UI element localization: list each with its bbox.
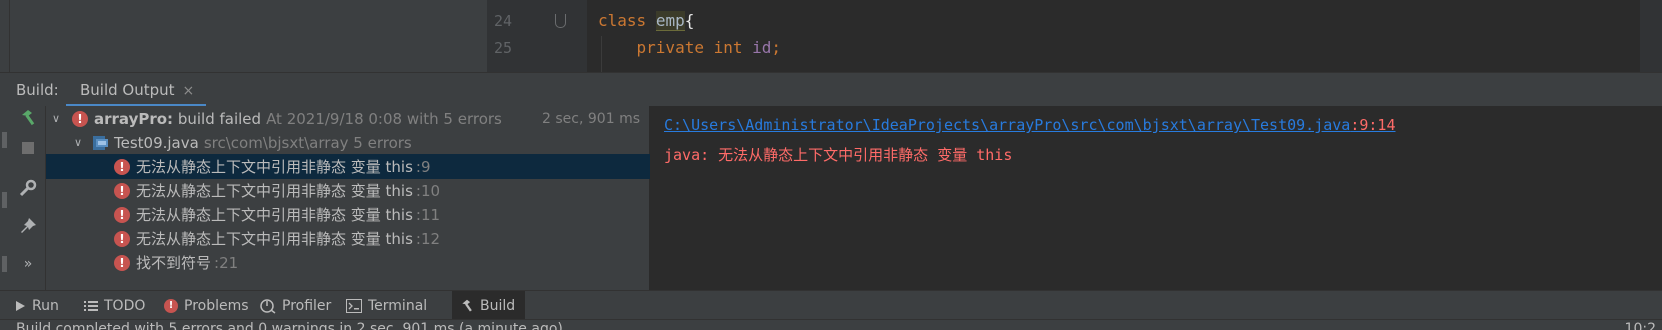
error-message: 无法从静态上下文中引用非静态 变量 this xyxy=(136,182,413,200)
rebuild-hammer-icon[interactable] xyxy=(18,108,38,128)
semicolon: ; xyxy=(771,38,782,57)
error-message: 无法从静态上下文中引用非静态 变量 this xyxy=(136,230,413,248)
tab-label: Build Output xyxy=(80,81,175,99)
status-text[interactable]: Build completed with 5 errors and 0 warn… xyxy=(16,321,563,330)
code-line-24[interactable]: class emp{ xyxy=(598,11,695,31)
tab-todo[interactable]: TODO xyxy=(76,291,155,320)
file-name: Test09.java xyxy=(114,133,199,152)
side-strip-marker[interactable] xyxy=(2,192,7,208)
source-location: :9:14 xyxy=(1350,116,1396,134)
tree-row-error[interactable]: ! 无法从静态上下文中引用非静态 变量 this :12 xyxy=(46,226,650,251)
file-detail: src\com\bjsxt\array 5 errors xyxy=(203,133,412,152)
error-icon: ! xyxy=(164,298,178,313)
keyword-private: private xyxy=(636,38,704,57)
keyword-class: class xyxy=(598,11,647,30)
hammer-icon xyxy=(460,299,474,313)
build-detail: At 2021/9/18 0:08 with 5 errors xyxy=(266,109,502,128)
build-duration: 2 sec, 901 ms xyxy=(542,110,640,127)
error-icon: ! xyxy=(72,110,88,127)
error-icon: ! xyxy=(114,206,130,223)
chevron-down-icon[interactable]: ∨ xyxy=(72,136,84,149)
tab-label: TODO xyxy=(104,297,146,314)
tab-build[interactable]: Build xyxy=(452,291,526,320)
tab-run[interactable]: Run xyxy=(6,291,69,320)
wrench-settings-icon[interactable] xyxy=(18,178,38,198)
pin-icon[interactable] xyxy=(18,216,38,236)
bottom-tool-tabs: Run TODO ! Problems Profiler Terminal Bu… xyxy=(0,290,1662,320)
tab-terminal[interactable]: Terminal xyxy=(338,291,437,320)
more-chevron-icon[interactable]: » xyxy=(18,254,38,274)
error-message: 找不到符号 xyxy=(136,254,212,272)
side-tool-strip xyxy=(0,106,10,290)
chevron-down-icon[interactable]: ∨ xyxy=(50,112,62,125)
compiler-error-message: java: 无法从静态上下文中引用非静态 变量 this xyxy=(664,146,1013,164)
tab-label: Run xyxy=(32,297,59,314)
error-line: :10 xyxy=(415,181,441,200)
error-message: 无法从静态上下文中引用非静态 变量 this xyxy=(136,158,413,176)
side-strip-marker[interactable] xyxy=(2,256,7,272)
build-tool-header: Build: Build Output × xyxy=(0,72,1662,107)
source-file-link[interactable]: C:\Users\Administrator\IdeaProjects\arra… xyxy=(664,116,1396,134)
build-toolbar: » xyxy=(10,106,46,290)
tree-row-error[interactable]: ! 找不到符号 :21 xyxy=(46,250,650,275)
tree-row-error[interactable]: ! 无法从静态上下文中引用非静态 变量 this :10 xyxy=(46,178,650,203)
build-status: build failed xyxy=(177,109,262,128)
error-icon: ! xyxy=(114,254,130,271)
tab-label: Terminal xyxy=(368,297,428,314)
project-name: arrayPro: xyxy=(94,109,174,128)
console-scrollbar[interactable] xyxy=(1640,106,1662,290)
tree-row-error[interactable]: ! 无法从静态上下文中引用非静态 变量 this :11 xyxy=(46,202,650,227)
tree-row-error[interactable]: ! 无法从静态上下文中引用非静态 变量 this :9 xyxy=(46,154,650,179)
error-message: 无法从静态上下文中引用非静态 变量 this xyxy=(136,206,413,224)
field-name: id xyxy=(752,38,772,57)
editor-left-strip xyxy=(0,0,10,72)
play-icon xyxy=(14,300,26,312)
error-line: :21 xyxy=(214,253,239,272)
brace: { xyxy=(684,11,695,30)
tab-label: Profiler xyxy=(282,297,332,314)
error-icon: ! xyxy=(114,158,130,175)
terminal-icon xyxy=(346,298,362,313)
close-icon[interactable]: × xyxy=(183,83,195,99)
error-line: :9 xyxy=(415,157,431,176)
profiler-icon xyxy=(260,298,276,314)
side-strip-marker[interactable] xyxy=(2,132,7,148)
tab-label: Problems xyxy=(184,297,249,314)
status-bar: Build completed with 5 errors and 0 warn… xyxy=(0,319,1662,330)
java-file-icon xyxy=(92,135,109,151)
caret-position[interactable]: 10:2 xyxy=(1625,321,1656,330)
error-line: :11 xyxy=(415,205,441,224)
stop-icon[interactable] xyxy=(18,138,38,158)
tab-build-output[interactable]: Build Output × xyxy=(66,73,207,107)
tab-problems[interactable]: ! Problems xyxy=(156,291,259,320)
fold-marker-icon[interactable] xyxy=(555,14,566,28)
tree-row-file[interactable]: ∨ Test09.java src\com\bjsxt\array 5 erro… xyxy=(46,130,650,155)
editor-side-panel xyxy=(10,0,487,72)
code-line-25[interactable]: private int id; xyxy=(598,38,782,57)
build-tree[interactable]: ∨ ! arrayPro: build failed At 2021/9/18 … xyxy=(46,106,650,290)
editor-gutter xyxy=(487,0,587,72)
editor-code-area[interactable] xyxy=(587,0,1662,72)
line-number: 25 xyxy=(494,39,513,57)
line-number: 24 xyxy=(494,12,513,30)
build-detail-console[interactable]: C:\Users\Administrator\IdeaProjects\arra… xyxy=(650,106,1662,290)
list-icon xyxy=(84,300,98,312)
tool-window-title: Build: xyxy=(16,81,59,99)
error-line: :12 xyxy=(415,229,441,248)
class-name: emp xyxy=(655,11,685,31)
keyword-int: int xyxy=(713,38,743,57)
error-icon: ! xyxy=(114,230,130,247)
editor-scrollbar[interactable] xyxy=(1640,0,1662,72)
editor-area[interactable]: 24 class emp{ 25 private int id; xyxy=(0,0,1662,72)
tab-profiler[interactable]: Profiler xyxy=(252,291,341,320)
tab-label: Build xyxy=(480,297,516,314)
error-icon: ! xyxy=(114,182,130,199)
source-file-path[interactable]: C:\Users\Administrator\IdeaProjects\arra… xyxy=(664,116,1350,134)
tree-row-root[interactable]: ∨ ! arrayPro: build failed At 2021/9/18 … xyxy=(46,106,650,131)
